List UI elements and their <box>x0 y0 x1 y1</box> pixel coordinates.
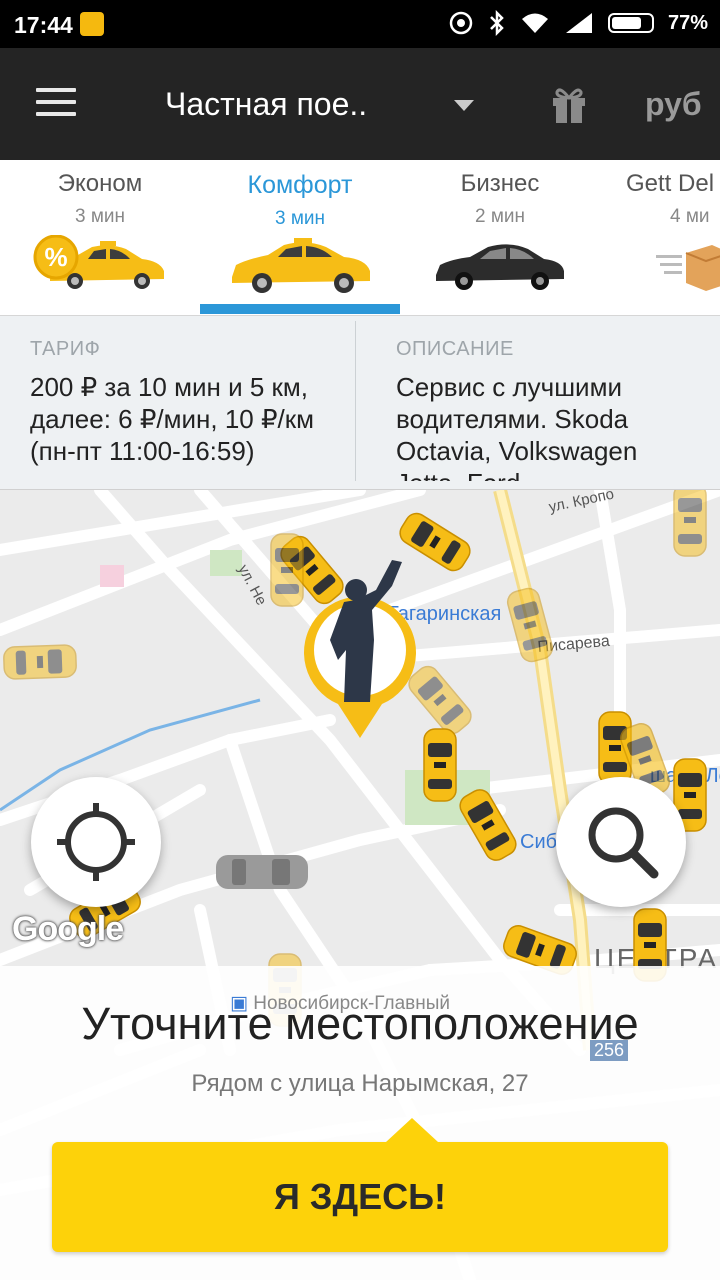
taxi-car-icon: % <box>33 235 164 289</box>
dropdown-caret-icon[interactable] <box>454 100 474 111</box>
tariff-text: 200 ₽ за 10 мин и 5 км, далее: 6 ₽/мин, … <box>30 372 314 466</box>
tariff-heading: ТАРИФ <box>30 338 101 360</box>
tab-label: Эконом <box>57 170 143 197</box>
taxi-car-icon <box>232 238 370 293</box>
confirm-location-button[interactable]: Я ЗДЕСЬ! <box>52 1118 668 1252</box>
app-notification-icon <box>80 12 104 36</box>
battery-percent: 77% <box>667 11 708 34</box>
crosshair-icon <box>57 803 135 881</box>
tariff-info-panel: ТАРИФ 200 ₽ за 10 мин и 5 км, далее: 6 ₽… <box>0 315 720 490</box>
status-bar: 17:44 77% <box>0 0 720 48</box>
description-heading: ОПИСАНИЕ <box>396 338 514 360</box>
payment-type-title[interactable]: Частная пое.. <box>165 86 367 123</box>
search-icon <box>588 807 659 879</box>
tab-comfort[interactable]: Комфорт 3 мин <box>200 160 400 315</box>
bluetooth-icon <box>490 10 504 36</box>
hotspot-icon <box>449 11 473 35</box>
column-divider <box>355 321 356 481</box>
black-car-icon <box>436 244 564 290</box>
status-time: 17:44 <box>14 12 73 38</box>
wifi-icon <box>521 13 548 33</box>
tariff-tabs: Эконом 3 мин % Комфорт 3 мин Бизнес 2 ми… <box>0 160 720 315</box>
description-column: ОПИСАНИЕ Сервис с лучшими водителями. Sk… <box>396 316 706 481</box>
google-logo: Google <box>12 910 124 948</box>
sheet-title: Уточните местоположение <box>81 998 639 1049</box>
search-address-button[interactable] <box>556 777 686 907</box>
tab-eta: 4 ми <box>670 206 710 227</box>
tab-business[interactable]: Бизнес 2 мин <box>400 160 600 315</box>
tab-gett-delivery[interactable]: Gett Del 4 ми <box>600 160 720 315</box>
tab-label: Gett Del <box>626 170 715 197</box>
gift-icon[interactable] <box>550 84 588 124</box>
discount-badge: % <box>44 242 67 272</box>
tab-eta: 3 мин <box>74 206 125 227</box>
tab-eta: 3 мин <box>274 208 325 229</box>
app-toolbar: Частная пое.. руб <box>0 48 720 160</box>
tab-econom[interactable]: Эконом 3 мин % <box>0 160 200 315</box>
battery-icon <box>607 13 654 33</box>
tab-label: Бизнес <box>460 170 540 197</box>
active-tab-indicator <box>200 304 400 314</box>
my-location-button[interactable] <box>31 777 161 907</box>
confirm-button-label: Я ЗДЕСЬ! <box>274 1176 446 1217</box>
grey-car-marker <box>216 855 308 889</box>
currency-label[interactable]: руб <box>645 86 702 123</box>
tariff-column: ТАРИФ 200 ₽ за 10 мин и 5 км, далее: 6 ₽… <box>30 316 350 481</box>
button-pointer <box>386 1118 438 1142</box>
signal-icon <box>565 13 592 33</box>
status-icons: 77% <box>448 10 708 36</box>
delivery-box-icon <box>656 245 720 291</box>
description-text: Сервис с лучшими водителями. Skoda Octav… <box>396 372 638 481</box>
tab-eta: 2 мин <box>474 206 525 227</box>
address-subtitle: Рядом с улица Нарымская, 27 <box>191 1070 529 1097</box>
tab-label: Комфорт <box>247 171 353 199</box>
hamburger-menu-icon[interactable] <box>36 88 76 120</box>
